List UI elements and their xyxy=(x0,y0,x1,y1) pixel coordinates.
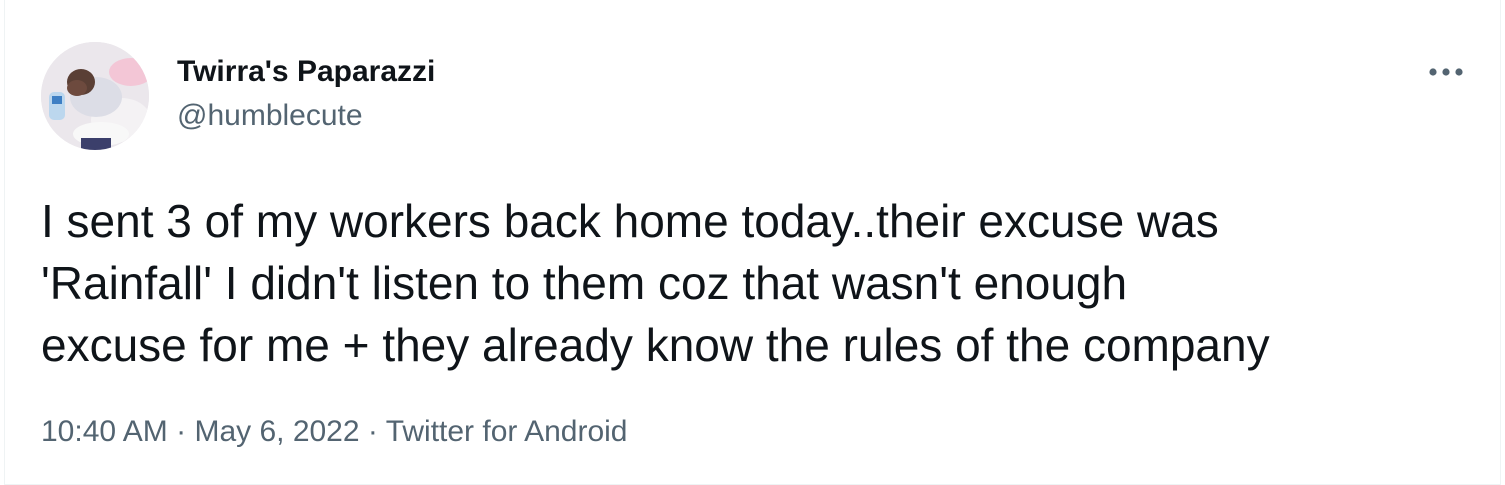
separator-dot: · xyxy=(176,415,187,448)
tweet-meta: 10:40 AM · May 6, 2022 · Twitter for And… xyxy=(41,412,627,452)
tweet-text: I sent 3 of my workers back home today..… xyxy=(41,195,1270,371)
tweet-source[interactable]: Twitter for Android xyxy=(386,415,628,448)
separator-dot: · xyxy=(367,415,378,448)
more-options-button[interactable] xyxy=(1422,54,1470,90)
tweet-card: Twirra's Paparazzi @humblecute I sent 3 … xyxy=(4,0,1501,485)
ellipsis-icon xyxy=(1429,68,1463,76)
author-avatar[interactable] xyxy=(41,42,149,150)
tweet-date[interactable]: May 6, 2022 xyxy=(194,415,359,448)
meta-separator: · xyxy=(368,415,386,448)
author-info: Twirra's Paparazzi @humblecute xyxy=(177,52,435,136)
author-display-name[interactable]: Twirra's Paparazzi xyxy=(177,52,435,92)
meta-separator: · xyxy=(176,415,194,448)
author-handle[interactable]: @humblecute xyxy=(177,96,435,136)
tweet-time[interactable]: 10:40 AM xyxy=(41,415,168,448)
avatar-photo-icon xyxy=(41,42,149,150)
